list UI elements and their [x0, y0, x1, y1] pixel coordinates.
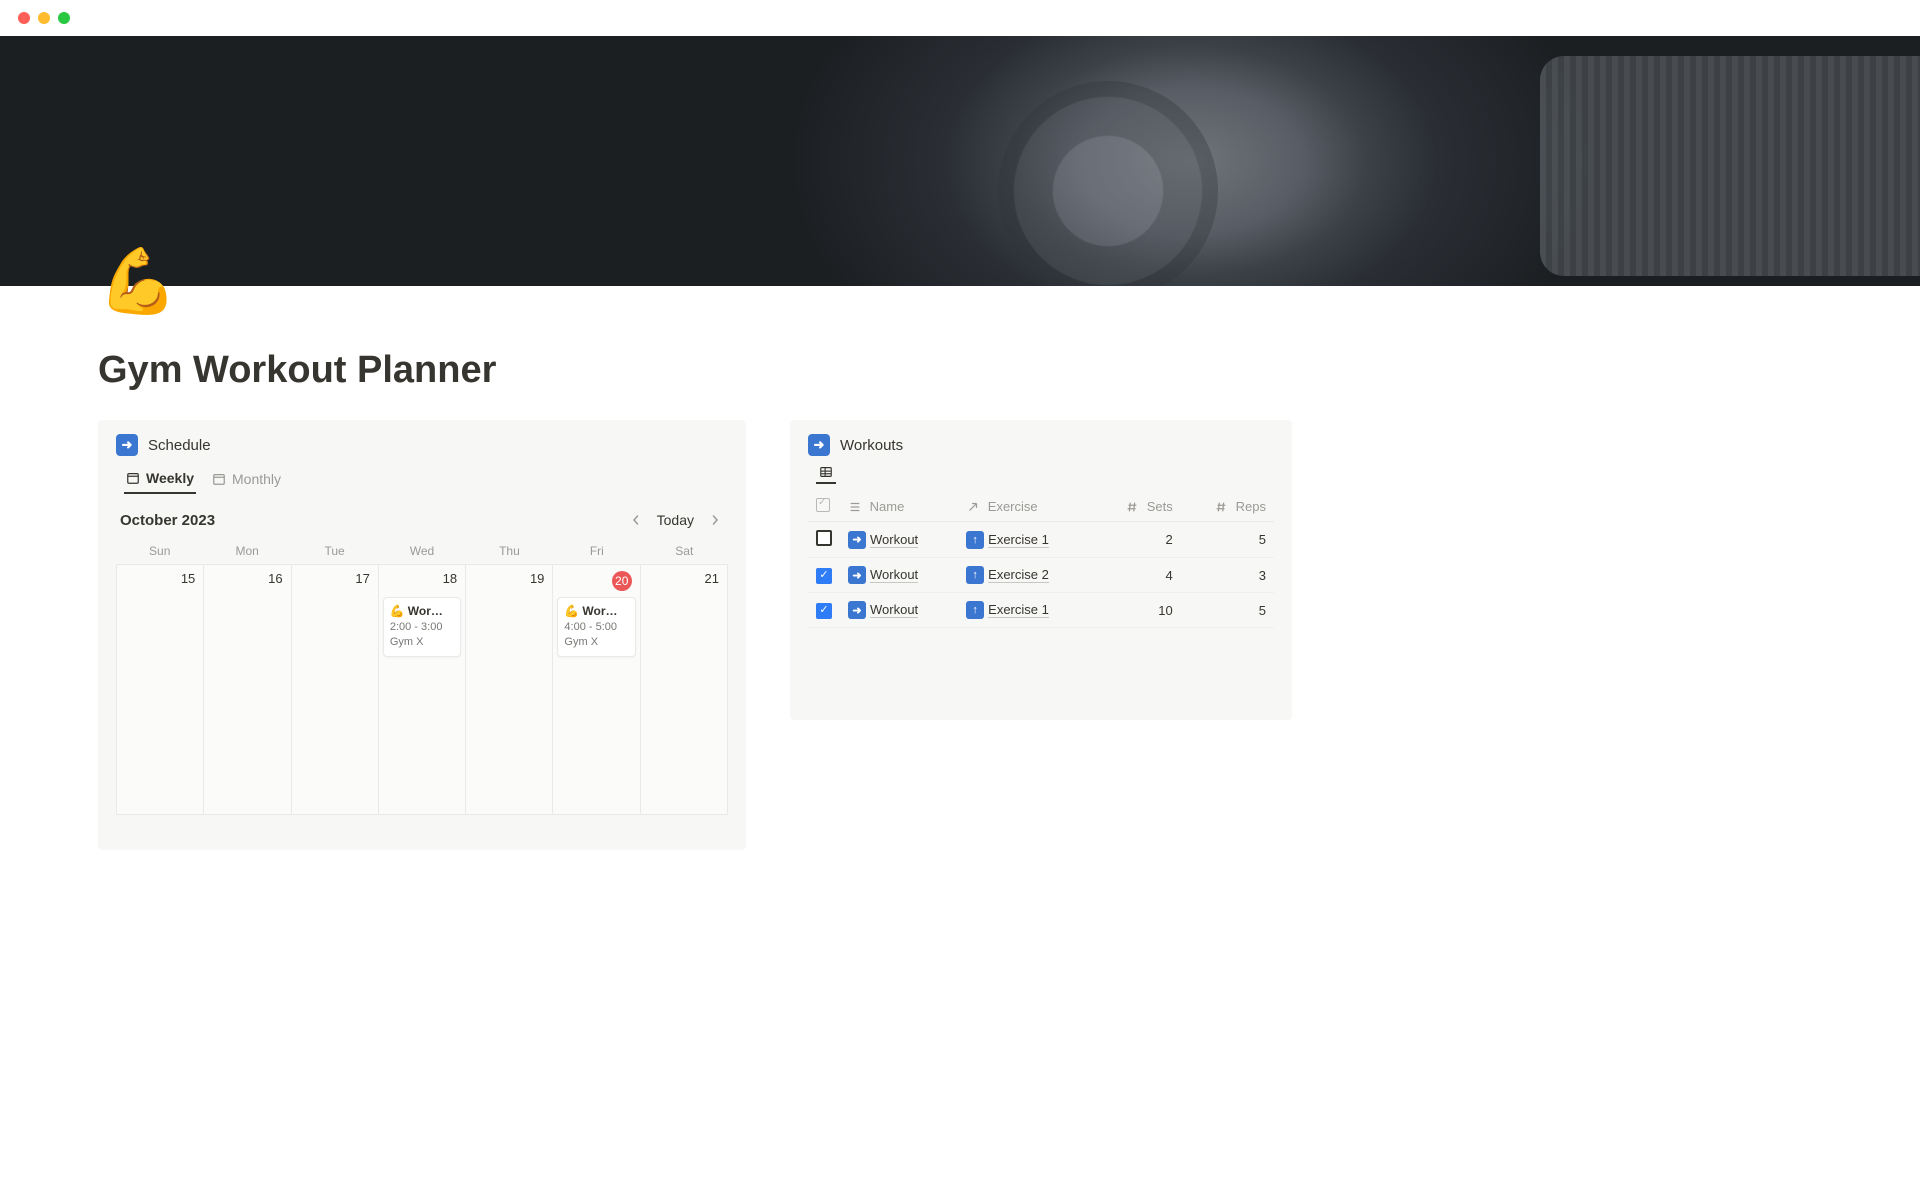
- calendar-date-number: 20: [612, 571, 632, 591]
- workouts-view-tabs: [808, 464, 1274, 484]
- arrow-right-icon: ➜: [848, 531, 866, 549]
- calendar-weekday: Thu: [466, 540, 553, 562]
- calendar-grid: 15161718💪Wor…2:00 - 3:00Gym X1920💪Wor…4:…: [116, 564, 728, 815]
- reps-value: 5: [1181, 593, 1274, 628]
- arrow-up-icon: ↑: [966, 566, 984, 584]
- exercise-link[interactable]: Exercise 2: [988, 567, 1049, 583]
- event-time: 4:00 - 5:00: [564, 621, 628, 633]
- workouts-panel: ➜ Workouts Name Exercise: [790, 420, 1292, 720]
- calendar-day-cell[interactable]: 15: [117, 565, 204, 815]
- arrow-up-icon: ↑: [966, 601, 984, 619]
- row-checkbox[interactable]: [816, 530, 832, 546]
- sets-value: 2: [1094, 522, 1181, 558]
- tab-weekly[interactable]: Weekly: [124, 464, 196, 494]
- tab-weekly-label: Weekly: [146, 470, 194, 486]
- page-title[interactable]: Gym Workout Planner: [98, 349, 1920, 392]
- calendar-date-number: 16: [268, 571, 282, 586]
- exercise-link[interactable]: Exercise 1: [988, 602, 1049, 618]
- calendar-next-button[interactable]: [706, 510, 724, 530]
- calendar-weekday: Mon: [203, 540, 290, 562]
- calendar-day-cell[interactable]: 19: [466, 565, 553, 815]
- number-icon: [1214, 500, 1228, 514]
- sets-value: 10: [1094, 593, 1181, 628]
- window-zoom-icon[interactable]: [58, 12, 70, 24]
- calendar-date-number: 18: [443, 571, 457, 586]
- calendar-weekday: Sat: [641, 540, 728, 562]
- workouts-table: Name Exercise Sets Reps ➜W: [808, 492, 1274, 628]
- exercise-link[interactable]: Exercise 1: [988, 532, 1049, 548]
- row-checkbox[interactable]: [816, 603, 832, 619]
- workout-name[interactable]: Workout: [870, 567, 918, 583]
- calendar-date-number: 21: [705, 571, 719, 586]
- table-row[interactable]: ➜Workout ↑Exercise 1 25: [808, 522, 1274, 558]
- calendar-event[interactable]: 💪Wor… 4:00 - 5:00 Gym X: [557, 597, 635, 657]
- schedule-panel: ➜ Schedule Weekly Monthly October 2023: [98, 420, 746, 850]
- tab-monthly[interactable]: Monthly: [210, 464, 283, 494]
- list-icon: [848, 500, 862, 514]
- relation-icon: [966, 500, 980, 514]
- arrow-right-icon: ➜: [848, 566, 866, 584]
- reps-value: 5: [1181, 522, 1274, 558]
- workouts-panel-title[interactable]: Workouts: [840, 437, 903, 454]
- calendar-weekday-header: SunMonTueWedThuFriSat: [116, 540, 728, 562]
- flex-icon: 💪: [564, 604, 579, 618]
- workout-name[interactable]: Workout: [870, 602, 918, 618]
- window-close-icon[interactable]: [18, 12, 30, 24]
- calendar-day-cell[interactable]: 18 💪Wor… 2:00 - 3:00 Gym X: [379, 565, 466, 815]
- tab-monthly-label: Monthly: [232, 471, 281, 487]
- sets-value: 4: [1094, 558, 1181, 593]
- arrow-right-icon: ➜: [116, 434, 138, 456]
- calendar-date-number: 19: [530, 571, 544, 586]
- event-location: Gym X: [390, 636, 454, 648]
- page-icon[interactable]: 💪: [98, 244, 1920, 319]
- event-title: Wor…: [582, 604, 617, 618]
- calendar-weekday: Tue: [291, 540, 378, 562]
- checkbox-column-icon: [816, 498, 830, 512]
- calendar-day-cell[interactable]: 16: [204, 565, 291, 815]
- schedule-view-tabs: Weekly Monthly: [116, 464, 728, 494]
- calendar-date-number: 17: [355, 571, 369, 586]
- calendar-month-label[interactable]: October 2023: [120, 512, 215, 529]
- window-minimize-icon[interactable]: [38, 12, 50, 24]
- calendar-weekday: Sun: [116, 540, 203, 562]
- calendar-weekday: Fri: [553, 540, 640, 562]
- arrow-right-icon: ➜: [848, 601, 866, 619]
- calendar-day-cell[interactable]: 17: [292, 565, 379, 815]
- window-chrome: [0, 0, 1920, 36]
- reps-value: 3: [1181, 558, 1274, 593]
- column-exercise-header[interactable]: Exercise: [988, 499, 1038, 514]
- calendar-date-number: 15: [181, 571, 195, 586]
- calendar-prev-button[interactable]: [627, 510, 645, 530]
- calendar-icon: [126, 471, 140, 485]
- row-checkbox[interactable]: [816, 568, 832, 584]
- event-location: Gym X: [564, 636, 628, 648]
- calendar-today-button[interactable]: Today: [657, 512, 694, 528]
- schedule-panel-title[interactable]: Schedule: [148, 437, 211, 454]
- table-row[interactable]: ➜Workout ↑Exercise 2 43: [808, 558, 1274, 593]
- workout-name[interactable]: Workout: [870, 532, 918, 548]
- calendar-weekday: Wed: [378, 540, 465, 562]
- calendar-icon: [212, 472, 226, 486]
- flex-icon: 💪: [390, 604, 405, 618]
- table-row[interactable]: ➜Workout ↑Exercise 1 105: [808, 593, 1274, 628]
- tab-table-view[interactable]: [816, 464, 836, 484]
- column-reps-header[interactable]: Reps: [1236, 499, 1266, 514]
- column-sets-header[interactable]: Sets: [1147, 499, 1173, 514]
- calendar-day-cell[interactable]: 21: [641, 565, 728, 815]
- calendar-event[interactable]: 💪Wor… 2:00 - 3:00 Gym X: [383, 597, 461, 657]
- number-icon: [1125, 500, 1139, 514]
- calendar-day-cell[interactable]: 20 💪Wor… 4:00 - 5:00 Gym X: [553, 565, 640, 815]
- event-title: Wor…: [408, 604, 443, 618]
- event-time: 2:00 - 3:00: [390, 621, 454, 633]
- arrow-up-icon: ↑: [966, 531, 984, 549]
- arrow-right-icon: ➜: [808, 434, 830, 456]
- column-name-header[interactable]: Name: [870, 499, 905, 514]
